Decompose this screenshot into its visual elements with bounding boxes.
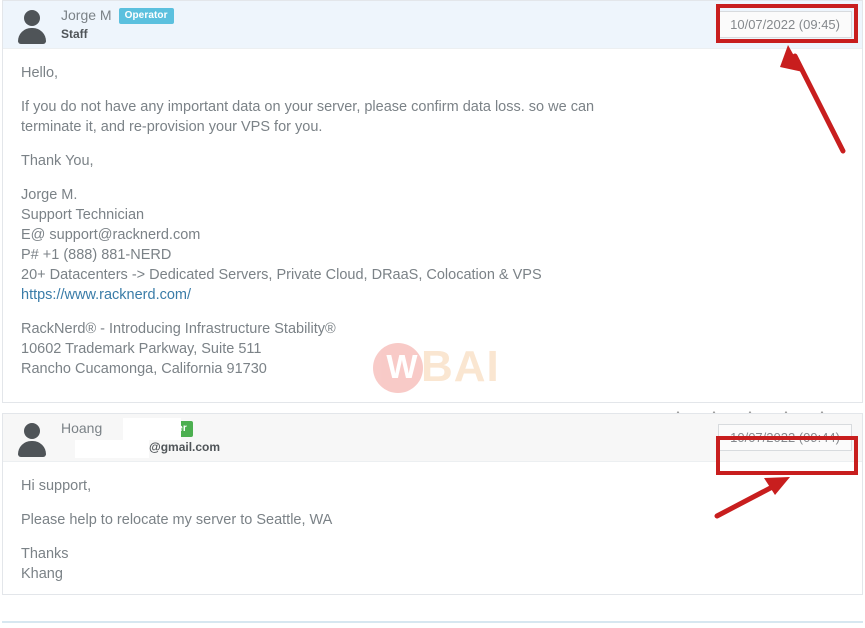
message-body-client: Hi support, Please help to relocate my s… [3,462,862,596]
author-name-row: Jorge M Operator [61,7,718,24]
author-subtitle: @gmail.com [149,440,221,454]
avatar-body [18,27,46,44]
author-info-client: Hoang Owner @gmail.com [61,418,718,458]
company-address-block: RackNerd® - Introducing Infrastructure S… [21,319,846,379]
message-paragraph-closing: Thank You, [21,153,94,169]
bottom-divider [2,621,863,623]
message-header-staff: Jorge M Operator Staff 10/07/2022 (09:45… [3,1,862,49]
signature-name: Jorge M. [21,187,78,203]
avatar-icon [15,8,49,44]
message-body-staff: Hello, If you do not have any important … [3,49,862,405]
message-paragraph-greeting: Hello, [21,65,59,81]
ticket-thread: Jorge M Operator Staff 10/07/2022 (09:45… [0,0,865,605]
status-badge-operator: Operator [118,7,174,24]
redaction-patch-name [123,418,181,440]
signature-services: 20+ Datacenters -> Dedicated Servers, Pr… [21,267,542,283]
company-street: 10602 Trademark Parkway, Suite 511 [21,341,262,357]
avatar-icon [15,421,49,457]
author-info-staff: Jorge M Operator Staff [61,7,718,42]
avatar-body [18,440,46,457]
message-card-client: Hoang Owner @gmail.com 10/07/2022 (09:44… [2,413,863,595]
message-paragraph-main: If you do not have any important data on… [21,99,595,135]
message-timestamp-client: 10/07/2022 (09:44) [718,424,852,451]
signature-title: Support Technician [21,207,145,223]
author-name: Hoang [61,420,103,436]
message-paragraph-greeting: Hi support, [21,478,92,494]
author-name: Jorge M [61,7,112,23]
avatar-head [24,9,40,26]
company-city: Rancho Cucamonga, California 91730 [21,361,267,377]
message-paragraph-main: Please help to relocate my server to Sea… [21,512,333,528]
signature-website-link[interactable]: https://www.racknerd.com/ [21,287,191,303]
company-tagline: RackNerd® - Introducing Infrastructure S… [21,321,336,337]
message-timestamp-staff: 10/07/2022 (09:45) [718,11,852,38]
author-subtitle: Staff [61,27,88,41]
signature-block: Jorge M. Support Technician E@ support@r… [21,185,846,305]
message-signoff: Khang [21,566,63,582]
avatar-head [24,422,40,439]
redaction-patch-email [75,440,149,458]
message-paragraph-closing: Thanks [21,546,69,562]
signature-email: E@ support@racknerd.com [21,227,201,243]
message-card-staff: Jorge M Operator Staff 10/07/2022 (09:45… [2,0,863,435]
message-header-client: Hoang Owner @gmail.com 10/07/2022 (09:44… [3,414,862,462]
signature-phone: P# +1 (888) 881-NERD [21,247,172,263]
